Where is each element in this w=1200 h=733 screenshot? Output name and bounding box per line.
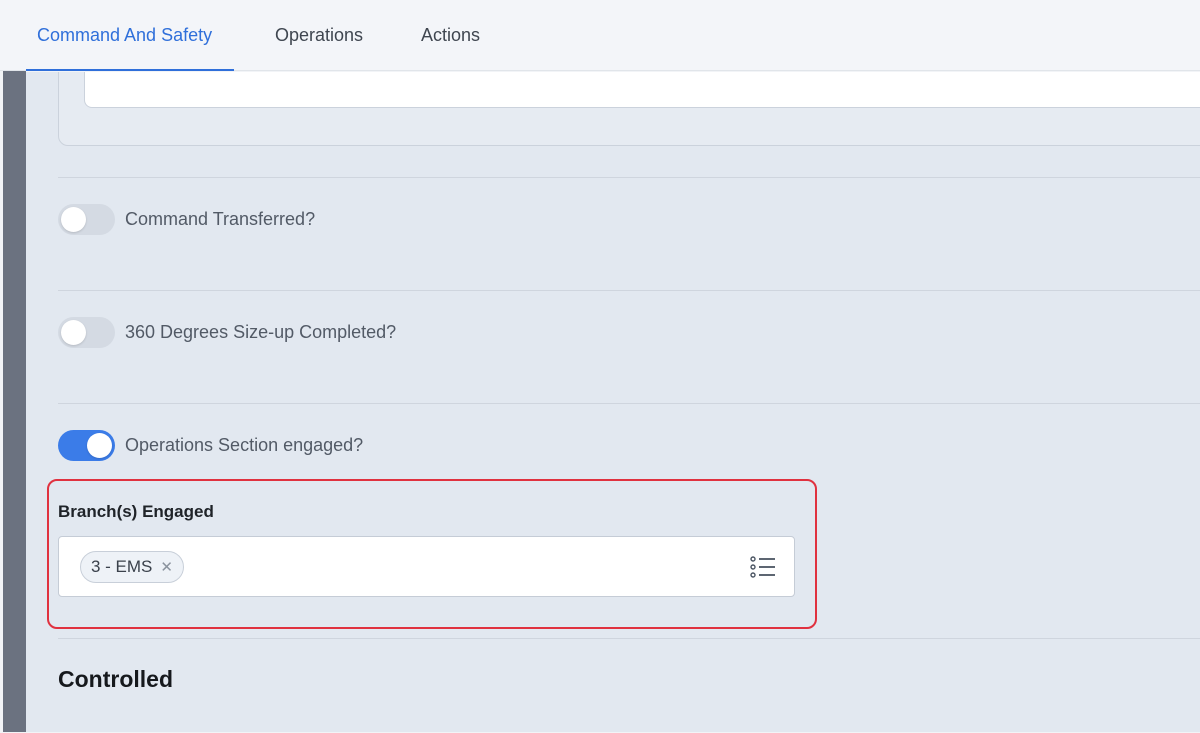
size-up-completed-label: 360 Degrees Size-up Completed?: [125, 321, 397, 342]
toggle-knob: [87, 432, 112, 458]
tab-command-and-safety[interactable]: Command And Safety: [37, 0, 212, 71]
toggle-row-command-transferred: Command Transferred?: [58, 203, 315, 235]
section-title-controlled: Controlled: [58, 666, 173, 692]
command-transferred-label: Command Transferred?: [125, 208, 316, 229]
previous-text-field[interactable]: [84, 72, 1200, 108]
tab-bar: Command And Safety Operations Actions: [0, 0, 1200, 71]
tab-operations[interactable]: Operations: [275, 0, 363, 71]
form-content: Command Transferred? 360 Degrees Size-up…: [26, 72, 1200, 732]
app-frame: Command And Safety Operations Actions Co…: [0, 0, 1200, 733]
selected-branch-chip[interactable]: 3 - EMS ✕: [80, 551, 184, 583]
operations-section-toggle[interactable]: [58, 429, 115, 461]
toggle-row-size-up: 360 Degrees Size-up Completed?: [58, 316, 396, 348]
divider: [58, 290, 1200, 291]
chip-label: 3 - EMS: [91, 557, 153, 576]
toggle-row-operations-section: Operations Section engaged?: [58, 429, 363, 461]
tab-actions[interactable]: Actions: [421, 0, 480, 71]
command-transferred-toggle[interactable]: [58, 203, 115, 235]
branches-engaged-select[interactable]: 3 - EMS ✕: [58, 536, 795, 597]
branches-engaged-label: Branch(s) Engaged: [58, 502, 214, 521]
size-up-completed-toggle[interactable]: [58, 316, 115, 348]
toggle-knob: [61, 206, 86, 232]
active-tab-indicator: [26, 69, 234, 71]
remove-chip-icon[interactable]: ✕: [160, 558, 173, 576]
left-rail: [3, 71, 26, 732]
operations-section-label: Operations Section engaged?: [125, 434, 364, 455]
divider: [58, 177, 1200, 178]
toggle-knob: [61, 319, 86, 345]
divider: [58, 638, 1200, 639]
list-icon[interactable]: [750, 556, 776, 578]
divider: [58, 403, 1200, 404]
